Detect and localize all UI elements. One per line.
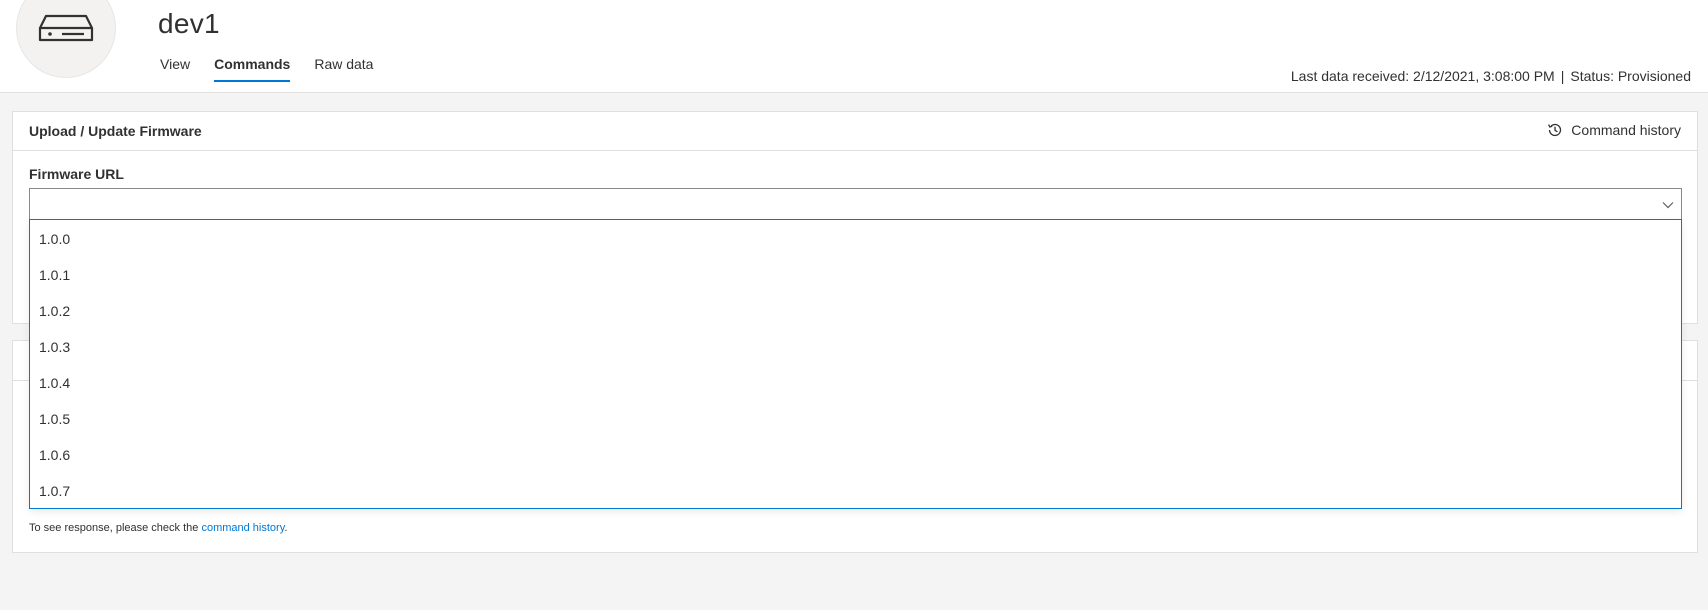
device-name: dev1 [158,8,220,39]
command-history-link[interactable]: command history [201,522,284,534]
dropdown-option[interactable]: 1.0.2 [30,293,1681,329]
last-data-received: Last data received: 2/12/2021, 3:08:00 P… [1290,68,1555,84]
dropdown-option[interactable]: 1.0.7 [30,473,1681,509]
command-history-label: Command history [1571,122,1681,138]
status-line: Last data received: 2/12/2021, 3:08:00 P… [1291,68,1691,84]
hint-suffix: . [284,522,288,534]
device-header: dev1 View Commands Raw data Last data re… [0,0,1708,93]
dropdown-option[interactable]: 1.0.0 [30,221,1681,257]
status-separator: | [1560,68,1565,84]
response-hint: To see response, please check the comman… [29,522,287,534]
device-tabs: View Commands Raw data [160,54,397,82]
status-text: Status: Provisioned [1570,68,1691,84]
command-title: Upload / Update Firmware [29,123,202,139]
firmware-url-label: Firmware URL [29,166,124,182]
device-icon [38,14,94,42]
hint-prefix: To see response, please check the [29,522,202,534]
dropdown-option[interactable]: 1.0.3 [30,329,1681,365]
command-history-button[interactable]: Command history [1547,122,1681,138]
firmware-url-select[interactable] [29,188,1682,221]
tab-commands[interactable]: Commands [214,54,291,82]
tab-view[interactable]: View [160,54,190,82]
command-card-header: Upload / Update Firmware Command history [13,112,1697,151]
dropdown-option[interactable]: 1.0.6 [30,437,1681,473]
history-icon [1548,123,1562,137]
dropdown-option[interactable]: 1.0.5 [30,401,1681,437]
tab-raw-data[interactable]: Raw data [314,54,373,82]
chevron-down-icon [1662,202,1674,209]
device-avatar [16,0,116,78]
dropdown-option[interactable]: 1.0.4 [30,365,1681,401]
firmware-version-dropdown: 1.0.0 1.0.1 1.0.2 1.0.3 1.0.4 1.0.5 1.0.… [29,219,1682,509]
dropdown-option[interactable]: 1.0.1 [30,257,1681,293]
